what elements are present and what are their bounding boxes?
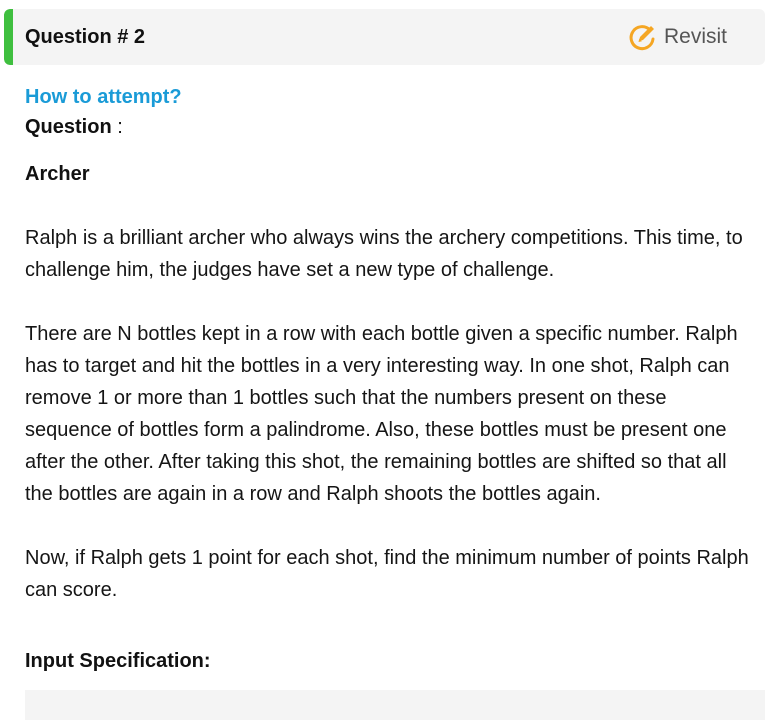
question-label-text: Question [25,116,112,138]
problem-paragraph: Now, if Ralph gets 1 point for each shot… [25,547,749,601]
problem-title: Archer [25,163,90,185]
revisit-button[interactable]: Revisit [626,21,727,53]
input-specification-box [25,690,765,720]
how-to-attempt-link[interactable]: How to attempt? [25,84,755,110]
input-specification-heading: Input Specification: [25,650,211,672]
question-header: Question # 2 Revisit [4,9,765,65]
question-number-title: Question # 2 [25,25,146,48]
question-label: Question : [25,114,755,140]
header-accent-bar [4,9,13,65]
revisit-label: Revisit [663,25,727,48]
question-label-colon: : [111,116,123,138]
edit-pencil-circle-icon [626,21,658,53]
problem-paragraph: Ralph is a brilliant archer who always w… [25,227,743,281]
problem-paragraph: There are N bottles kept in a row with e… [25,323,738,505]
question-content: How to attempt? Question : Archer Ralph … [25,84,755,674]
